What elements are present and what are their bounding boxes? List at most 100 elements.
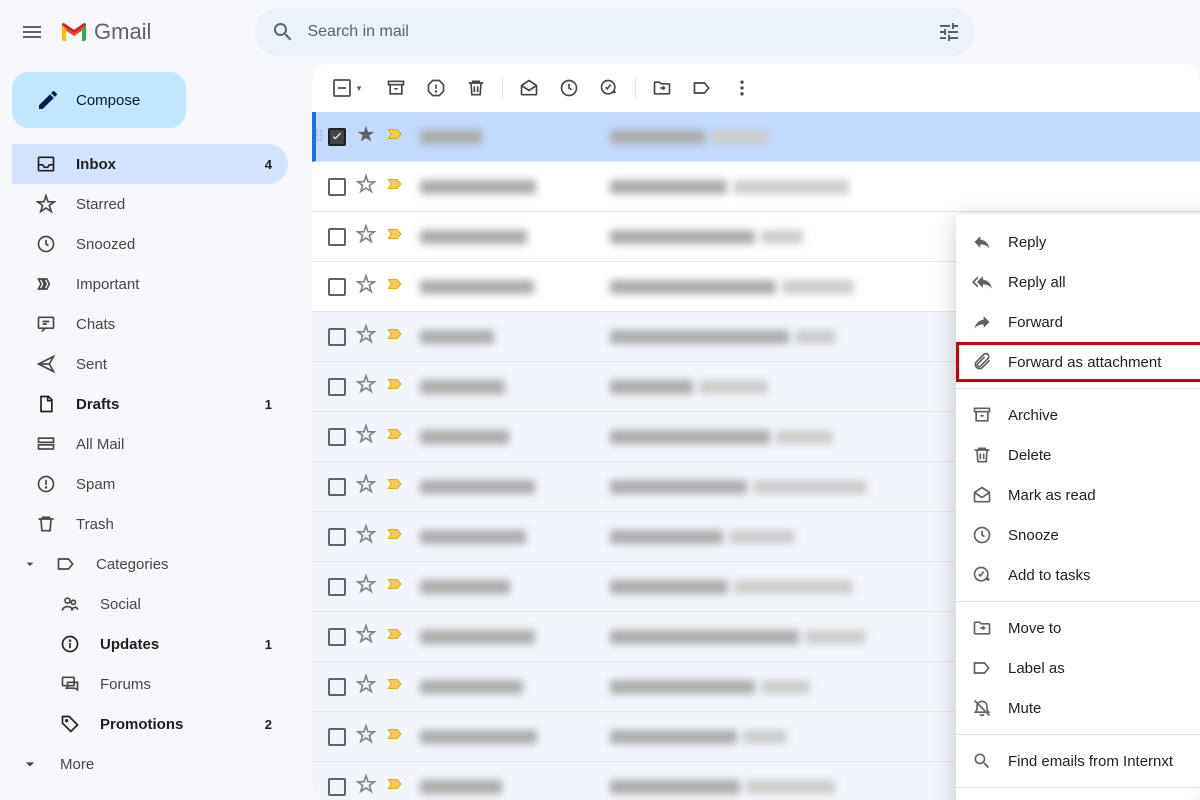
row-checkbox[interactable] — [328, 778, 346, 796]
sidebar-item-all-mail[interactable]: All Mail — [12, 424, 288, 464]
importance-marker[interactable] — [386, 175, 404, 198]
star-button[interactable] — [356, 624, 376, 649]
star-button[interactable] — [356, 174, 376, 199]
star-button[interactable] — [356, 724, 376, 749]
sidebar-item-categories[interactable]: Categories — [12, 544, 288, 584]
row-checkbox[interactable] — [328, 478, 346, 496]
importance-marker[interactable] — [386, 575, 404, 598]
menu-item-mark-as-read[interactable]: Mark as read — [956, 475, 1200, 515]
importance-marker[interactable] — [386, 775, 404, 798]
importance-marker[interactable] — [386, 275, 404, 298]
mail-sender — [420, 680, 600, 694]
row-checkbox[interactable] — [328, 278, 346, 296]
star-button[interactable] — [356, 324, 376, 349]
mail-row[interactable]: ⠿ — [312, 112, 1200, 162]
importance-marker[interactable] — [386, 325, 404, 348]
importance-marker[interactable] — [386, 475, 404, 498]
sidebar-category-forums[interactable]: Forums — [12, 664, 288, 704]
sidebar-item-starred[interactable]: Starred — [12, 184, 288, 224]
star-button[interactable] — [356, 124, 376, 149]
important-icon — [36, 274, 56, 294]
snooze-button[interactable] — [549, 68, 589, 108]
importance-marker[interactable] — [386, 525, 404, 548]
mail-sender — [420, 480, 600, 494]
search-input[interactable] — [307, 23, 917, 41]
move-to-button[interactable] — [642, 68, 682, 108]
row-checkbox[interactable] — [328, 428, 346, 446]
menu-item-move-to[interactable]: Move to▶ — [956, 608, 1200, 648]
star-button[interactable] — [356, 474, 376, 499]
menu-item-forward[interactable]: Forward — [956, 302, 1200, 342]
sidebar-item-inbox[interactable]: Inbox4 — [12, 144, 288, 184]
gmail-logo[interactable]: Gmail — [60, 19, 151, 45]
drag-handle-icon[interactable]: ⠿ — [314, 128, 322, 145]
row-checkbox[interactable] — [328, 628, 346, 646]
more-button[interactable] — [722, 68, 762, 108]
sidebar-item-snoozed[interactable]: Snoozed — [12, 224, 288, 264]
mark-unread-button[interactable] — [509, 68, 549, 108]
trash-icon — [466, 78, 486, 98]
archive-button[interactable] — [376, 68, 416, 108]
toolbar: ▼ — [312, 64, 1200, 112]
menu-item-add-to-tasks[interactable]: Add to tasks — [956, 555, 1200, 595]
sidebar-item-sent[interactable]: Sent — [12, 344, 288, 384]
menu-item-reply-all[interactable]: Reply all — [956, 262, 1200, 302]
sidebar-item-important[interactable]: Important — [12, 264, 288, 304]
compose-button[interactable]: Compose — [12, 72, 186, 128]
importance-marker[interactable] — [386, 725, 404, 748]
labels-button[interactable] — [682, 68, 722, 108]
importance-marker[interactable] — [386, 675, 404, 698]
importance-marker[interactable] — [386, 425, 404, 448]
menu-item-reply[interactable]: Reply — [956, 222, 1200, 262]
importance-marker[interactable] — [386, 125, 404, 148]
star-button[interactable] — [356, 374, 376, 399]
row-checkbox[interactable] — [328, 678, 346, 696]
sidebar-category-updates[interactable]: Updates1 — [12, 624, 288, 664]
row-checkbox[interactable] — [328, 528, 346, 546]
star-button[interactable] — [356, 574, 376, 599]
search-bar[interactable] — [255, 8, 975, 56]
sidebar-more[interactable]: More — [12, 744, 288, 784]
star-button[interactable] — [356, 424, 376, 449]
star-button[interactable] — [356, 774, 376, 799]
row-checkbox[interactable] — [328, 228, 346, 246]
search-options-button[interactable] — [929, 12, 969, 52]
row-checkbox[interactable] — [328, 178, 346, 196]
sidebar-category-promotions[interactable]: Promotions2 — [12, 704, 288, 744]
row-checkbox[interactable] — [328, 328, 346, 346]
menu-item-snooze[interactable]: Snooze — [956, 515, 1200, 555]
sidebar-item-spam[interactable]: Spam — [12, 464, 288, 504]
menu-item-delete[interactable]: Delete — [956, 435, 1200, 475]
star-button[interactable] — [356, 274, 376, 299]
menu-item-label-as[interactable]: Label as▶ — [956, 648, 1200, 688]
delete-button[interactable] — [456, 68, 496, 108]
select-all-button[interactable]: ▼ — [328, 68, 368, 108]
sidebar-item-chats[interactable]: Chats — [12, 304, 288, 344]
move-to-icon — [972, 618, 992, 638]
row-checkbox[interactable] — [328, 128, 346, 146]
add-to-tasks-button[interactable] — [589, 68, 629, 108]
menu-item-mute[interactable]: Mute — [956, 688, 1200, 728]
row-checkbox[interactable] — [328, 728, 346, 746]
sidebar-item-label: Important — [76, 276, 272, 293]
menu-item-forward-as-attachment[interactable]: Forward as attachment — [956, 342, 1200, 382]
menu-item-archive[interactable]: Archive — [956, 395, 1200, 435]
sidebar-item-drafts[interactable]: Drafts1 — [12, 384, 288, 424]
main-menu-button[interactable] — [8, 8, 56, 56]
star-icon — [36, 194, 56, 214]
sidebar-item-trash[interactable]: Trash — [12, 504, 288, 544]
report-spam-button[interactable] — [416, 68, 456, 108]
importance-marker[interactable] — [386, 625, 404, 648]
star-button[interactable] — [356, 674, 376, 699]
row-checkbox[interactable] — [328, 378, 346, 396]
importance-marker[interactable] — [386, 225, 404, 248]
row-checkbox[interactable] — [328, 578, 346, 596]
mail-row[interactable] — [312, 162, 1200, 212]
sidebar-item-label: Chats — [76, 316, 272, 333]
menu-item-open-in-new-window[interactable]: Open in new window — [956, 794, 1200, 800]
sidebar-category-social[interactable]: Social — [12, 584, 288, 624]
star-button[interactable] — [356, 224, 376, 249]
star-button[interactable] — [356, 524, 376, 549]
importance-marker[interactable] — [386, 375, 404, 398]
menu-item-find-emails-from-internxt[interactable]: Find emails from Internxt — [956, 741, 1200, 781]
